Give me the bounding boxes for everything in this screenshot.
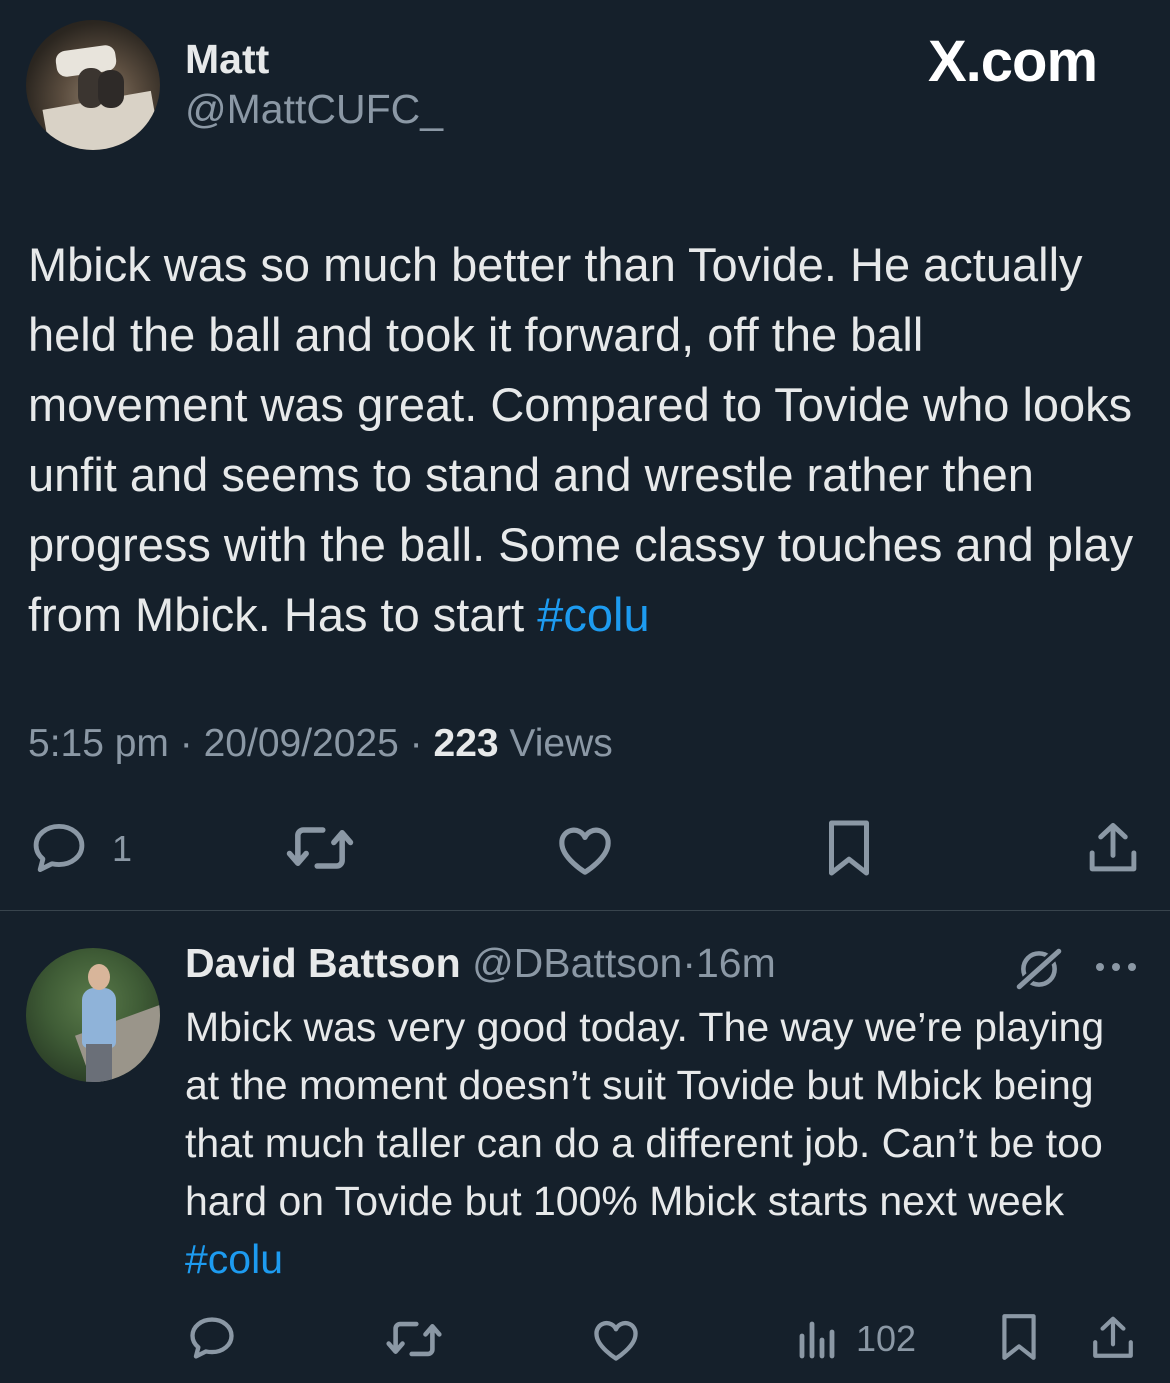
reply-icon[interactable] xyxy=(28,820,90,876)
main-reply-count: 1 xyxy=(112,828,133,869)
reply-header: David Battson @DBattson·16m xyxy=(185,940,776,987)
x-site-label: X.com xyxy=(928,29,1098,94)
reply-time-ago[interactable]: 16m xyxy=(696,940,776,986)
retweet-icon[interactable] xyxy=(284,820,356,876)
reply-handle[interactable]: @DBattson xyxy=(472,940,682,986)
meta-separator-2: · xyxy=(409,722,423,765)
main-tweet-meta: 5:15 pm · 20/09/2025 · 223 Views xyxy=(28,722,613,766)
reply-body: Mbick was very good today. The way we’re… xyxy=(185,1004,1105,1224)
main-views-label: Views xyxy=(509,722,613,765)
like-icon[interactable] xyxy=(554,822,616,876)
main-hashtag-link[interactable]: #colu xyxy=(537,588,649,641)
reply-share-icon[interactable] xyxy=(1090,1314,1136,1362)
reply-reply-icon[interactable] xyxy=(186,1314,238,1362)
reply-views-count: 102 xyxy=(856,1318,917,1359)
main-display-name[interactable]: Matt xyxy=(185,36,269,83)
more-icon[interactable] xyxy=(1094,960,1138,974)
reply-display-name[interactable]: David Battson xyxy=(185,940,461,986)
reply-bookmark-icon[interactable] xyxy=(998,1312,1040,1362)
main-tweet-body: Mbick was so much better than Tovide. He… xyxy=(28,238,1134,641)
reply-like-icon[interactable] xyxy=(590,1316,642,1362)
share-icon[interactable] xyxy=(1086,820,1140,876)
meta-separator-1: · xyxy=(179,722,193,765)
reply-hashtag-link[interactable]: #colu xyxy=(185,1236,283,1282)
reply-text: Mbick was very good today. The way we’re… xyxy=(185,998,1145,1288)
tweet-divider xyxy=(0,910,1170,911)
main-handle[interactable]: @MattCUFC_ xyxy=(185,86,443,133)
main-tweet-text: Mbick was so much better than Tovide. He… xyxy=(28,230,1148,650)
views-icon[interactable] xyxy=(796,1316,840,1360)
reply-avatar[interactable] xyxy=(26,948,160,1082)
main-views-count: 223 xyxy=(433,722,499,765)
bookmark-icon[interactable] xyxy=(824,818,874,878)
reply-separator: · xyxy=(682,940,696,986)
main-date[interactable]: 20/09/2025 xyxy=(204,722,399,765)
main-avatar[interactable] xyxy=(26,20,160,150)
reply-retweet-icon[interactable] xyxy=(384,1316,444,1362)
main-time[interactable]: 5:15 pm xyxy=(28,722,169,765)
grok-icon[interactable] xyxy=(1014,946,1064,992)
